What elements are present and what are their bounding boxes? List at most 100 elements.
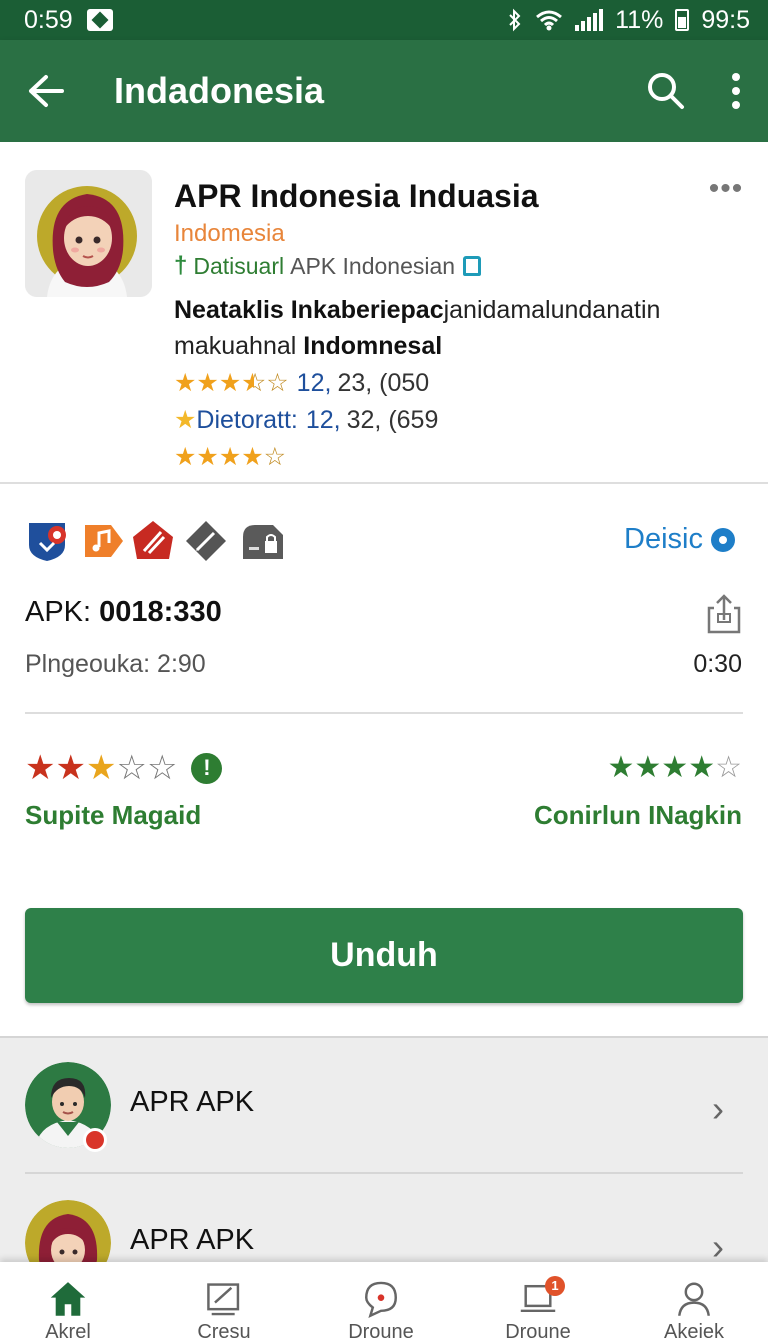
- app-description-line-2: makuahnal Indomnesal: [174, 332, 442, 361]
- chevron-right-icon: ›: [712, 1226, 724, 1264]
- developer-suffix: APK Indonesian: [290, 252, 456, 279]
- tool-badge-icon: [133, 521, 173, 559]
- star-icon: ★: [174, 406, 197, 434]
- rating-label-2: Dietoratt:: [196, 405, 298, 434]
- hijab-avatar-icon: [25, 1200, 111, 1264]
- lock-badge-icon: [243, 525, 283, 559]
- app-header-card: APR Indonesia Induasia ••• Indomesia † D…: [0, 142, 768, 484]
- nav-item-home[interactable]: Akrel: [0, 1262, 145, 1344]
- empty-star-icon: ☆: [146, 749, 178, 787]
- left-rating-label[interactable]: Supite Magaid: [25, 800, 201, 831]
- related-apps-list: APR APK › APR APK ›: [0, 1036, 768, 1264]
- star-icon: ★: [25, 749, 56, 787]
- star-icon: ★★★★: [607, 751, 716, 784]
- leaf-icon: †: [174, 252, 188, 279]
- star-icon: ★: [55, 749, 86, 787]
- nav-label: Droune: [505, 1321, 571, 1343]
- half-star-icon: ☆: [116, 749, 147, 787]
- rating-count-1: 12,: [296, 368, 332, 397]
- apk-value: 0018:330: [99, 596, 222, 628]
- rating-row-3: ★★★★☆: [174, 442, 286, 472]
- developer-line[interactable]: † Datisuarl APK Indonesian: [174, 252, 482, 280]
- nav-label: Cresu: [197, 1321, 251, 1343]
- upload-time: 0:30: [693, 650, 742, 678]
- list-item[interactable]: APR APK ›: [0, 1038, 768, 1174]
- more-vert-icon: [732, 73, 740, 109]
- desc-bold-2: Indomnesal: [303, 332, 443, 360]
- list-item-title: APR APK: [130, 1086, 255, 1118]
- developer-name: Datisuarl: [193, 252, 285, 279]
- signal-icon: [575, 9, 604, 31]
- app-icon: [25, 170, 152, 297]
- back-button[interactable]: [0, 40, 92, 142]
- rating-row-1: ★★★★☆☆ 12, 23, (050: [174, 368, 429, 398]
- rating-row-2: ★ Dietoratt: 12, 32, (659: [174, 405, 438, 435]
- devices-label: Deisic: [624, 523, 703, 555]
- devices-link[interactable]: Deisic: [624, 523, 735, 556]
- empty-star-icon: ☆: [715, 751, 742, 784]
- profile-icon: [678, 1282, 710, 1316]
- status-time: 0:59: [24, 5, 73, 34]
- nav-item-profile[interactable]: Akeiek: [617, 1262, 768, 1344]
- ratings-summary: ★ ★ ★ ☆ ☆ ! Supite Magaid ★★★★☆ Conirlun INa…: [0, 714, 768, 894]
- divider: [25, 1172, 743, 1174]
- apk-version: APK: 0018:330: [25, 596, 222, 629]
- app-name: APR Indonesia Induasia: [174, 178, 539, 214]
- back-arrow-icon: [29, 75, 64, 107]
- search-icon: [648, 73, 684, 109]
- desc-rest-2: makuahnal: [174, 332, 297, 360]
- search-button[interactable]: [628, 40, 704, 142]
- notification-badge: 1: [545, 1276, 565, 1296]
- wifi-icon: [536, 10, 563, 31]
- edit-icon: [207, 1283, 240, 1316]
- nav-item-laptop[interactable]: 1 Droune: [461, 1262, 615, 1344]
- music-badge-icon: [85, 525, 123, 557]
- nav-label: Akrel: [45, 1321, 91, 1343]
- nav-item-chat[interactable]: Droune: [304, 1262, 458, 1344]
- gear-icon: [710, 527, 735, 552]
- right-star-rating[interactable]: ★★★★☆: [608, 750, 742, 785]
- hijab-avatar-icon: [25, 170, 152, 297]
- battery-percent: 11%: [615, 5, 664, 34]
- more-options-button[interactable]: [704, 40, 768, 142]
- notification-icon: [86, 9, 113, 31]
- verified-icon: [463, 256, 482, 276]
- nav-item-edit[interactable]: Cresu: [147, 1262, 301, 1344]
- desc-bold-1: Neataklis Inkaberiepac: [174, 296, 444, 324]
- right-rating-label[interactable]: Conirlun INagkin: [534, 800, 742, 831]
- list-item[interactable]: APR APK ›: [0, 1176, 768, 1264]
- app-description-line-1: Neataklis Inkaberiepacjanidamalundanatin: [174, 296, 660, 325]
- app-bar: Indadonesia: [0, 40, 768, 142]
- app-bar-actions: [628, 40, 768, 142]
- rating-count-2: 12,: [305, 405, 341, 434]
- bluetooth-icon: [509, 8, 521, 32]
- share-button[interactable]: [706, 592, 742, 636]
- star-rating-icon: ★★★★☆: [174, 443, 287, 471]
- pen-badge-icon: [186, 521, 226, 561]
- download-button[interactable]: Unduh: [25, 908, 743, 1003]
- left-star-rating[interactable]: ★ ★ ★ ☆ ☆ !: [25, 748, 223, 788]
- rating-rest-2: 32, (659: [346, 405, 439, 434]
- chevron-right-icon: ›: [712, 1088, 724, 1129]
- status-right: 11% 99:5: [507, 6, 750, 35]
- rating-rest-1: 23, (050: [337, 368, 430, 397]
- status-clock: 99:5: [701, 5, 750, 34]
- avatar: [25, 1200, 111, 1264]
- shield-badge-icon: [29, 523, 66, 561]
- bottom-navigation: Akrel Cresu Droune 1 Droune Akeiek: [0, 1262, 768, 1344]
- info-icon[interactable]: !: [191, 752, 223, 784]
- home-icon: [50, 1282, 86, 1316]
- star-icon: ★: [85, 749, 117, 787]
- list-item-title: APR APK: [130, 1224, 255, 1256]
- status-bar: 0:59 11% 99:5: [0, 0, 768, 40]
- avatar-status-badge: [83, 1128, 107, 1152]
- battery-icon: [675, 9, 690, 31]
- apk-info-section: Deisic APK: 0018:330 Plngeouka: 2:90 0:3…: [0, 486, 768, 714]
- chat-icon: [365, 1281, 397, 1318]
- header-more-button[interactable]: •••: [700, 172, 752, 212]
- desc-rest-1: janidamalundanatin: [443, 296, 661, 324]
- page-title: Indadonesia: [114, 70, 325, 111]
- nav-label: Akeiek: [663, 1321, 725, 1343]
- star-rating-icon: ★★★★☆☆: [174, 369, 289, 397]
- status-left: 0:59: [24, 6, 113, 35]
